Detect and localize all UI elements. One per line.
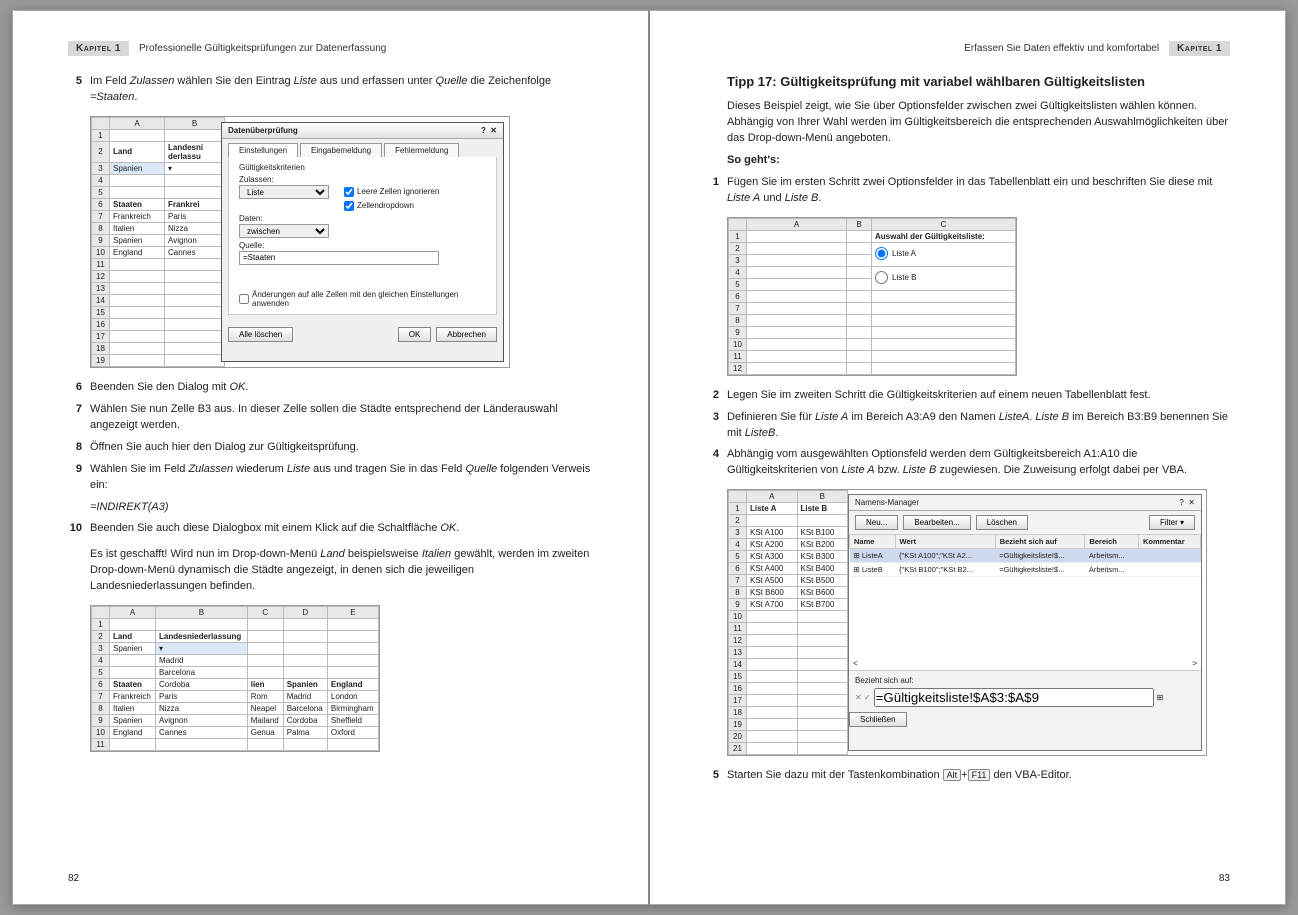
chapter-title: Professionelle Gültigkeitsprüfungen zur …	[129, 43, 396, 54]
source-label: Quelle:	[239, 241, 486, 250]
tip-title: Tipp 17: Gültigkeitsprüfung mit variabel…	[727, 74, 1230, 89]
clear-all-button[interactable]: Alle löschen	[228, 327, 293, 342]
refers-to-label: Bezieht sich auf:	[855, 676, 1195, 685]
close-button[interactable]: Schließen	[849, 712, 907, 727]
step-r5: 5Starten Sie dazu mit der Tastenkombinat…	[705, 768, 1230, 784]
chapter-title: Erfassen Sie Daten effektiv und komforta…	[954, 43, 1169, 54]
tab-settings[interactable]: Einstellungen	[228, 143, 298, 157]
apply-all-checkbox[interactable]	[239, 294, 249, 304]
section-label: Gültigkeitskriterien	[239, 163, 486, 172]
header-right: Erfassen Sie Daten effektiv und komforta…	[705, 41, 1230, 56]
intro-text: Dieses Beispiel zeigt, wie Sie über Opti…	[727, 99, 1230, 147]
step-7: 7Wählen Sie nun Zelle B3 aus. In dieser …	[68, 402, 593, 434]
dialog-title: Datenüberprüfung	[228, 126, 298, 135]
step-r2: 2Legen Sie im zweiten Schritt die Gültig…	[705, 388, 1230, 404]
step-9: 9Wählen Sie im Feld Zulassen wiederum Li…	[68, 462, 593, 494]
step-r4: 4Abhängig vom ausgewählten Optionsfeld w…	[705, 447, 1230, 479]
edit-button[interactable]: Bearbeiten...	[903, 515, 970, 530]
dropdown-checkbox[interactable]	[344, 201, 354, 211]
cancel-button[interactable]: Abbrechen	[436, 327, 497, 342]
page-number: 83	[1219, 873, 1230, 884]
after-text: Es ist geschafft! Wird nun im Drop-down-…	[90, 547, 593, 595]
nm-row[interactable]: ⊞ ListeA{"KSt A100";"KSt A2...=Gültigkei…	[850, 549, 1201, 563]
step-r1: 1Fügen Sie im ersten Schritt zwei Option…	[705, 175, 1230, 207]
filter-button[interactable]: Filter ▾	[1149, 515, 1195, 530]
name-manager-dialog: Namens-Manager ? ✕ Neu... Bearbeiten... L…	[848, 494, 1202, 751]
close-icon[interactable]: ? ✕	[1179, 498, 1195, 507]
ignore-blank-checkbox[interactable]	[344, 187, 354, 197]
step-8: 8Öffnen Sie auch hier den Dialog zur Gül…	[68, 440, 593, 456]
so-gehts: So geht's:	[727, 154, 780, 166]
close-icon[interactable]: ? ✕	[481, 126, 497, 135]
nm-table: NameWertBezieht sich aufBereichKommentar…	[849, 534, 1201, 577]
page-left: Kapitel 1 Professionelle Gültigkeitsprüf…	[12, 10, 649, 905]
excel-grid-1: AB 1 2LandLandesniderlassu 3Spanien▾ 4 5…	[91, 117, 225, 367]
data-label: Daten:	[239, 214, 486, 223]
page-number: 82	[68, 873, 79, 884]
screenshot-1: AB 1 2LandLandesniderlassu 3Spanien▾ 4 5…	[90, 116, 510, 368]
radio-liste-a[interactable]	[875, 247, 888, 260]
screenshot-2: ABCDE 1 2LandLandesniederlassung 3Spanie…	[90, 605, 380, 752]
ok-button[interactable]: OK	[398, 327, 432, 342]
chapter-box: Kapitel 1	[68, 41, 129, 56]
step-9-formula: =INDIREKT(A3)	[90, 500, 593, 516]
step-5: 5Im Feld Zulassen wählen Sie den Eintrag…	[68, 74, 593, 106]
allow-label: Zulassen:	[239, 175, 486, 184]
step-10: 10Beenden Sie auch diese Dialogbox mit e…	[68, 521, 593, 537]
data-select[interactable]: zwischen	[239, 224, 329, 238]
step-r3: 3Definieren Sie für Liste A im Bereich A…	[705, 410, 1230, 442]
nm-title: Namens-Manager	[855, 498, 919, 507]
data-validation-dialog: Datenüberprüfung ? ✕ Einstellungen Eingab…	[221, 122, 504, 362]
page-right: Erfassen Sie Daten effektiv und komforta…	[649, 10, 1286, 905]
tab-input-message[interactable]: Eingabemeldung	[300, 143, 382, 157]
new-button[interactable]: Neu...	[855, 515, 898, 530]
header-left: Kapitel 1 Professionelle Gültigkeitsprüf…	[68, 41, 593, 56]
screenshot-3: ABC 1Auswahl der Gültigkeitsliste: 2 Lis…	[727, 217, 1017, 376]
screenshot-4: AB 1Liste AListe B 2 3KSt A100KSt B100 4…	[727, 489, 1207, 756]
source-input[interactable]	[239, 251, 439, 265]
allow-select[interactable]: Liste	[239, 185, 329, 199]
range-icon[interactable]: ⊞	[1157, 693, 1164, 702]
tab-error-alert[interactable]: Fehlermeldung	[384, 143, 459, 157]
nm-row[interactable]: ⊞ ListeB{"KSt B100";"KSt B2...=Gültigkei…	[850, 563, 1201, 577]
refers-to-input[interactable]	[874, 688, 1154, 707]
radio-liste-b[interactable]	[875, 271, 888, 284]
step-6: 6Beenden Sie den Dialog mit OK.	[68, 380, 593, 396]
delete-button[interactable]: Löschen	[976, 515, 1028, 530]
chapter-box: Kapitel 1	[1169, 41, 1230, 56]
